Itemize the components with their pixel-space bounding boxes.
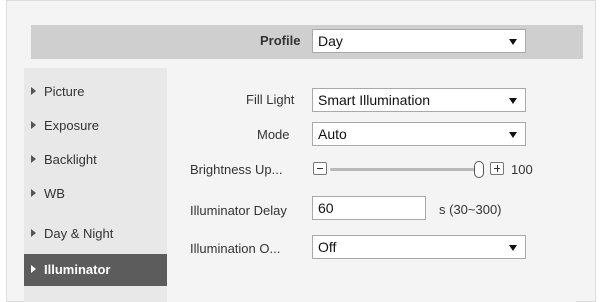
caret-right-icon <box>31 229 36 237</box>
sidebar-item-exposure[interactable]: Exposure <box>24 110 167 142</box>
sidebar-item-wb[interactable]: WB <box>24 178 167 210</box>
profile-select[interactable]: Day <box>312 29 526 53</box>
fill-light-select-value: Smart Illumination <box>318 92 431 108</box>
chevron-down-icon <box>509 132 517 138</box>
brightness-slider[interactable] <box>330 168 480 171</box>
illuminator-delay-value: 60 <box>318 200 334 216</box>
fill-light-label: Fill Light <box>246 92 295 107</box>
profile-label: Profile <box>260 33 301 48</box>
caret-right-icon <box>31 121 36 129</box>
illuminator-delay-input[interactable]: 60 <box>312 196 426 220</box>
brightness-slider-thumb[interactable] <box>474 161 484 178</box>
caret-right-icon <box>31 155 36 163</box>
fill-light-select[interactable]: Smart Illumination <box>312 88 526 112</box>
sidebar-item-label: Exposure <box>44 118 99 133</box>
brightness-label: Brightness Up... <box>190 162 283 177</box>
minus-icon <box>317 168 323 169</box>
sidebar: Picture Exposure Backlight WB Day & Nigh… <box>24 68 167 302</box>
illuminator-delay-hint: s (30~300) <box>439 202 502 217</box>
sidebar-item-illuminator[interactable]: Illuminator <box>24 254 167 286</box>
illumination-o-select[interactable]: Off <box>312 235 526 259</box>
sidebar-item-label: Illuminator <box>44 262 111 277</box>
mode-label: Mode <box>257 127 290 142</box>
chevron-down-icon <box>509 39 517 45</box>
sidebar-item-backlight[interactable]: Backlight <box>24 144 167 176</box>
sidebar-item-label: Day & Night <box>44 226 114 241</box>
sidebar-item-label: Backlight <box>44 152 97 167</box>
mode-select-value: Auto <box>318 126 347 142</box>
brightness-value: 100 <box>511 162 533 177</box>
illumination-o-label: Illumination O... <box>190 241 281 256</box>
sidebar-item-label: Picture <box>44 84 85 99</box>
caret-right-icon <box>31 87 36 95</box>
sidebar-item-picture[interactable]: Picture <box>24 76 167 108</box>
sidebar-item-day-night[interactable]: Day & Night <box>24 218 167 250</box>
caret-right-icon <box>31 265 36 273</box>
illuminator-delay-label: Illuminator Delay <box>190 203 287 218</box>
brightness-increase-button[interactable] <box>490 162 504 175</box>
sidebar-item-label: WB <box>44 186 65 201</box>
chevron-down-icon <box>509 98 517 104</box>
mode-select[interactable]: Auto <box>312 122 526 146</box>
brightness-decrease-button[interactable] <box>313 162 327 175</box>
illumination-o-select-value: Off <box>318 239 337 255</box>
profile-select-value: Day <box>318 33 343 49</box>
caret-right-icon <box>31 189 36 197</box>
chevron-down-icon <box>509 245 517 251</box>
